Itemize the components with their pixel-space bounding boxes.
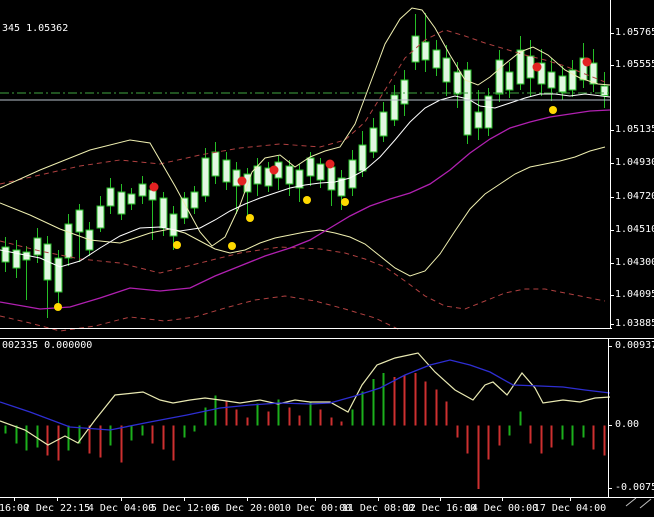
candle-body: [495, 59, 504, 95]
price-tick-label: 1.05555: [615, 59, 654, 70]
candle-body: [306, 157, 315, 177]
candle-body: [327, 166, 336, 191]
candle-body: [127, 193, 136, 205]
candle-body: [316, 163, 325, 181]
candle-body: [1, 246, 10, 263]
buy-signal-dot: [54, 303, 62, 311]
sell-signal-dot: [532, 62, 542, 72]
candle-body: [75, 209, 84, 233]
candle-body: [411, 35, 420, 63]
price-tick-label: 1.03885: [615, 318, 654, 329]
candle-body: [484, 95, 493, 129]
time-tick-label: 4 Dec 04:00: [87, 503, 155, 514]
candle-body: [432, 49, 441, 69]
candle-body: [211, 151, 220, 177]
band-yellow-upper: [0, 7, 611, 247]
candle-body: [600, 85, 609, 96]
candle-body: [390, 94, 399, 121]
candle-body: [222, 159, 231, 183]
indicator-macd-blue: [0, 359, 611, 431]
candle-body: [64, 223, 73, 259]
sell-signal-dot: [269, 165, 279, 175]
candle-body: [148, 189, 157, 201]
time-tick-label: 2 Dec 22:15: [23, 503, 91, 514]
candle-body: [33, 237, 42, 256]
candle-body: [505, 71, 514, 91]
sell-signal-dot: [237, 176, 247, 186]
price-tick-label: 1.04300: [615, 257, 654, 268]
candle-body: [474, 111, 483, 129]
price-tick-label: 1.04930: [615, 157, 654, 168]
price-tick-label: 1.04510: [615, 224, 654, 235]
candle-body: [358, 144, 367, 172]
sell-signal-dot: [582, 57, 592, 67]
candle-body: [96, 205, 105, 229]
indicator-values-label: 002335 0.000000: [2, 340, 93, 351]
band-yellow-lower: [0, 146, 606, 277]
buy-signal-dot: [173, 241, 181, 249]
buy-signal-dot: [303, 196, 311, 204]
indicator-axis-zero-label: 0.00: [615, 419, 640, 430]
time-tick-label: 14 Dec 00:00: [465, 503, 539, 514]
candle-body: [54, 257, 63, 293]
candle-body: [547, 71, 556, 89]
candle-body: [379, 111, 388, 137]
price-tick-label: 1.04095: [615, 289, 654, 300]
current-price-value: 1.05362: [615, 88, 654, 100]
candle-body: [159, 197, 168, 229]
candle-body: [138, 183, 147, 197]
price-tick-label: 1.05765: [615, 27, 654, 38]
symbol-quote-label: 345 1.05362: [2, 23, 69, 34]
price-tick-label: 1.04720: [615, 191, 654, 202]
candle-body: [516, 49, 525, 85]
candle-body: [201, 157, 210, 197]
candle-body: [453, 71, 462, 95]
indicator-axis-max-label: 0.009378: [615, 340, 654, 351]
chart-plot-area[interactable]: [0, 0, 654, 517]
candle-body: [190, 191, 199, 209]
trading-chart-window: 345 1.05362 002335 0.000000 1.05765 1.055…: [0, 0, 654, 517]
buy-signal-dot: [341, 198, 349, 206]
candle-body: [589, 62, 598, 85]
candle-body: [421, 41, 430, 61]
candle-body: [442, 57, 451, 83]
candle-body: [169, 213, 178, 237]
corner-resize-hatch[interactable]: [625, 497, 637, 507]
time-tick-label: 10 Dec 00:00: [278, 503, 352, 514]
sell-signal-dot: [149, 182, 159, 192]
candle-body: [285, 165, 294, 185]
current-price-tag: 1.05362: [611, 87, 654, 101]
time-tick-label: 5 Dec 12:00: [150, 503, 218, 514]
time-tick-label: 6 Dec 20:00: [213, 503, 281, 514]
corner-resize-hatch[interactable]: [639, 498, 652, 509]
candle-body: [117, 191, 126, 215]
indicator-signal-yellow: [0, 352, 611, 446]
price-tick-label: 1.05135: [615, 124, 654, 135]
time-tick-label: 17 Dec 04:00: [533, 503, 607, 514]
candle-body: [558, 75, 567, 93]
buy-signal-dot: [228, 242, 236, 250]
buy-signal-dot: [246, 214, 254, 222]
candle-body: [369, 127, 378, 153]
envelope-outer-lower-dashed: [0, 295, 401, 332]
sell-signal-dot: [325, 159, 335, 169]
buy-signal-dot: [549, 106, 557, 114]
magenta-moving-average: [0, 109, 611, 310]
indicator-axis-min-label: -0.00753: [615, 482, 654, 493]
candle-body: [348, 159, 357, 189]
envelope-upper-dashed: [0, 29, 606, 185]
candle-body: [106, 187, 115, 207]
